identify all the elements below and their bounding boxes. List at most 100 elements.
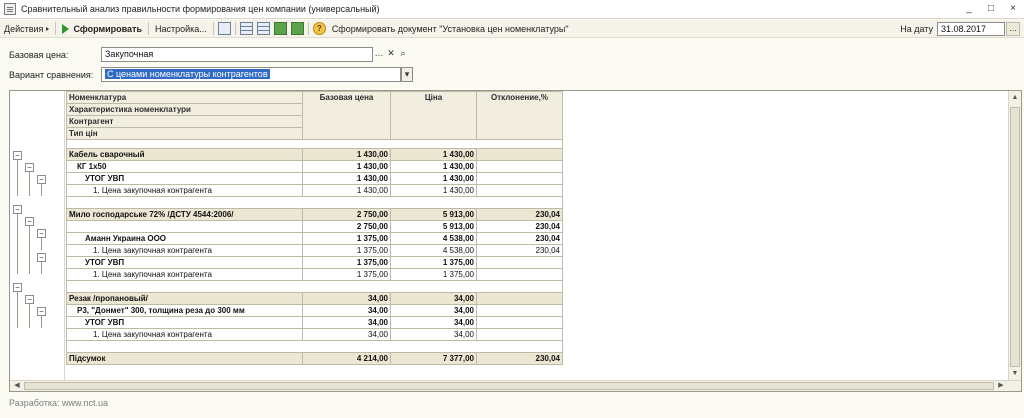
- price-cell: 1 430,00: [390, 172, 477, 185]
- detail-row: 1. Цена закупочная контрагента 34,00 34,00: [66, 328, 563, 341]
- base-price-field[interactable]: Закупочная: [101, 47, 373, 62]
- tree-gutter: − − − − − − − − − −: [10, 91, 65, 381]
- collapse-toggle[interactable]: −: [25, 217, 34, 226]
- scroll-thumb[interactable]: [1010, 107, 1020, 367]
- on-date-input[interactable]: 31.08.2017: [937, 22, 1005, 36]
- item-name-cell: УТОГ УВП: [66, 172, 303, 185]
- developer-link[interactable]: Разработка: www.nct.ua: [9, 398, 108, 408]
- create-price-document-button[interactable]: Сформировать документ "Установка цен ном…: [328, 21, 573, 37]
- dropdown-arrow-icon: [46, 26, 50, 31]
- play-icon: [62, 23, 70, 34]
- deviation-cell: [476, 184, 563, 197]
- collapse-toggle[interactable]: −: [37, 253, 46, 262]
- scroll-down-icon[interactable]: ▼: [1009, 369, 1021, 379]
- item-name-cell: Резак /пропановый/: [66, 292, 303, 305]
- price-cell: 4 538,00: [390, 244, 477, 257]
- maximize-button[interactable]: □: [980, 0, 1002, 18]
- minimize-button[interactable]: _: [958, 0, 980, 18]
- collapse-toggle[interactable]: −: [37, 307, 46, 316]
- import-icon[interactable]: [290, 22, 304, 35]
- print-preview-icon[interactable]: [217, 22, 231, 35]
- clear-icon[interactable]: ✕: [385, 47, 397, 62]
- filter-icon[interactable]: [239, 22, 253, 35]
- detail-row: УТОГ УВП 34,00 34,00: [66, 316, 563, 329]
- collapse-toggle[interactable]: −: [25, 163, 34, 172]
- detail-row: 2 750,00 5 913,00 230,04: [66, 220, 563, 233]
- chevron-down-icon[interactable]: ▾: [401, 67, 413, 82]
- deviation-cell: [476, 256, 563, 269]
- compare-variant-select[interactable]: С ценами номенклатуры контрагентов: [101, 67, 401, 82]
- item-name-cell: УТОГ УВП: [66, 316, 303, 329]
- price-cell: 34,00: [390, 316, 477, 329]
- group-row: Кабель сварочный 1 430,00 1 430,00: [66, 148, 563, 161]
- collapse-toggle[interactable]: −: [13, 151, 22, 160]
- header-characteristic: Характеристика номенклатури: [66, 103, 303, 116]
- select-ellipsis-button[interactable]: …: [373, 47, 385, 62]
- deviation-cell: 230,04: [476, 220, 563, 233]
- settings-button[interactable]: Настройка...: [151, 21, 211, 37]
- help-icon[interactable]: ?: [312, 22, 326, 35]
- actions-menu[interactable]: Действия: [0, 21, 53, 37]
- item-name-cell: УТОГ УВП: [66, 256, 303, 269]
- calendar-button[interactable]: …: [1006, 22, 1020, 36]
- scroll-thumb[interactable]: [24, 382, 994, 390]
- collapse-toggle[interactable]: −: [37, 175, 46, 184]
- base-price-cell: 2 750,00: [302, 220, 391, 233]
- report-area: − − − − − − − − − − Номенклатура Базовая…: [9, 90, 1022, 392]
- detail-row: 1. Цена закупочная контрагента 1 375,00 4 …: [66, 244, 563, 257]
- tree-line: [29, 172, 30, 196]
- horizontal-scrollbar[interactable]: ◀ ▶: [10, 380, 1021, 391]
- export-icon[interactable]: [273, 22, 287, 35]
- spacer-cell: [66, 280, 563, 293]
- item-name-cell: Р3, "Донмет" 300, толщина реза до 300 мм: [66, 304, 303, 317]
- deviation-cell: [476, 148, 563, 161]
- compare-variant-row: Вариант сравнения: С ценами номенклатуры…: [9, 67, 413, 82]
- header-base-price: Базовая цена: [302, 91, 391, 140]
- collapse-toggle[interactable]: −: [37, 229, 46, 238]
- detail-row: УТОГ УВП 1 430,00 1 430,00: [66, 172, 563, 185]
- generate-button[interactable]: Сформировать: [58, 21, 146, 37]
- deviation-cell: [476, 304, 563, 317]
- report-icon: [4, 3, 16, 15]
- item-name-cell: Підсумок: [66, 352, 303, 365]
- spacer-cell: [66, 340, 563, 353]
- tree-line: [29, 226, 30, 274]
- base-price-row: Базовая цена: Закупочная … ✕ ⌕: [9, 47, 409, 62]
- price-cell: 5 913,00: [390, 220, 477, 233]
- item-name-cell: Кабель сварочный: [66, 148, 303, 161]
- close-button[interactable]: ×: [1002, 0, 1024, 18]
- header-price: Ціна: [390, 91, 477, 140]
- on-date-label: На дату: [900, 24, 933, 34]
- toolbar-separator: [212, 22, 214, 35]
- toolbar-separator: [307, 22, 309, 35]
- deviation-cell: 230,04: [476, 208, 563, 221]
- scroll-right-icon[interactable]: ▶: [995, 381, 1007, 391]
- group-row: Мило господарське 72% /ДСТУ 4544:2006/2 …: [66, 208, 563, 221]
- toolbar-separator: [55, 22, 57, 35]
- vertical-scrollbar[interactable]: ▲ ▼: [1008, 91, 1021, 381]
- group-row: Резак /пропановый/34,00 34,00: [66, 292, 563, 305]
- collapse-toggle[interactable]: −: [25, 295, 34, 304]
- header-counterparty: Контрагент: [66, 115, 303, 128]
- scroll-left-icon[interactable]: ◀: [11, 381, 23, 391]
- toolbar: Действия Сформировать Настройка... ? Сфо…: [0, 20, 1024, 38]
- collapse-toggle[interactable]: −: [13, 283, 22, 292]
- deviation-cell: 230,04: [476, 352, 563, 365]
- base-price-cell: 1 430,00: [302, 160, 391, 173]
- search-icon[interactable]: ⌕: [397, 47, 409, 62]
- base-price-cell: 1 430,00: [302, 148, 391, 161]
- item-name-cell: 1. Цена закупочная контрагента: [66, 244, 303, 257]
- compare-variant-label: Вариант сравнения:: [9, 69, 94, 80]
- on-date-group: На дату 31.08.2017 …: [896, 20, 1024, 38]
- deviation-cell: [476, 328, 563, 341]
- price-cell: 7 377,00: [390, 352, 477, 365]
- item-name-cell: 1. Цена закупочная контрагента: [66, 184, 303, 197]
- tree-line: [17, 214, 18, 274]
- tree-line: [41, 238, 42, 250]
- compare-variant-value: С ценами номенклатуры контрагентов: [105, 69, 270, 79]
- scroll-up-icon[interactable]: ▲: [1009, 93, 1021, 103]
- collapse-toggle[interactable]: −: [13, 205, 22, 214]
- toolbar-separator: [148, 22, 149, 35]
- deviation-cell: [476, 160, 563, 173]
- table-icon[interactable]: [256, 22, 270, 35]
